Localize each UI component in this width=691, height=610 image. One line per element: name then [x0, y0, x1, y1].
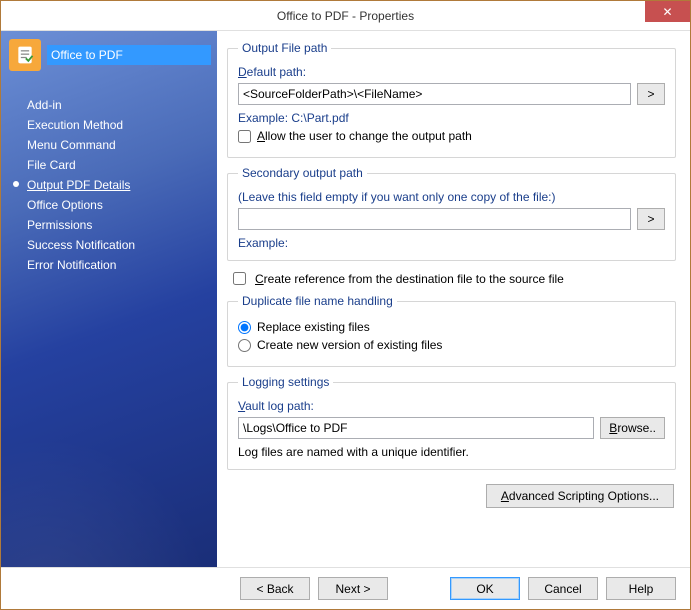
nav-success-notification[interactable]: Success Notification	[27, 235, 211, 255]
duplicate-handling-legend: Duplicate file name handling	[238, 294, 397, 308]
properties-window: Office to PDF - Properties ✕ Add-in Exec…	[0, 0, 691, 610]
allow-change-path-checkbox[interactable]	[238, 130, 251, 143]
secondary-output-path-legend: Secondary output path	[238, 166, 367, 180]
secondary-path-hint: (Leave this field empty if you want only…	[238, 190, 665, 204]
allow-change-path-label: Allow the user to change the output path	[257, 129, 472, 143]
replace-existing-radio-row[interactable]: Replace existing files	[238, 320, 665, 334]
output-file-path-legend: Output File path	[238, 41, 331, 55]
sidebar-nav: Add-in Execution Method Menu Command Fil…	[9, 95, 211, 275]
main-panel: Output File path Default path: > Example…	[217, 31, 690, 567]
create-new-version-radio[interactable]	[238, 339, 251, 352]
close-button[interactable]: ✕	[645, 1, 690, 22]
cancel-button[interactable]: Cancel	[528, 577, 598, 600]
next-button[interactable]: Next >	[318, 577, 388, 600]
window-title: Office to PDF - Properties	[1, 9, 690, 23]
nav-execution-method[interactable]: Execution Method	[27, 115, 211, 135]
create-new-version-radio-row[interactable]: Create new version of existing files	[238, 338, 665, 352]
titlebar: Office to PDF - Properties ✕	[1, 1, 690, 31]
default-path-input[interactable]	[238, 83, 631, 105]
nav-add-in[interactable]: Add-in	[27, 95, 211, 115]
replace-existing-label: Replace existing files	[257, 320, 370, 334]
logging-settings-legend: Logging settings	[238, 375, 333, 389]
nav-error-notification[interactable]: Error Notification	[27, 255, 211, 275]
vault-log-path-label: Vault log path:	[238, 399, 665, 413]
back-button[interactable]: < Back	[240, 577, 310, 600]
advanced-row: Advanced Scripting Options...	[227, 478, 676, 510]
sidebar: Add-in Execution Method Menu Command Fil…	[1, 31, 217, 567]
create-reference-checkbox[interactable]	[233, 272, 246, 285]
vault-log-path-input[interactable]	[238, 417, 594, 439]
create-new-version-label: Create new version of existing files	[257, 338, 442, 352]
nav-output-pdf-details[interactable]: Output PDF Details	[27, 175, 211, 195]
secondary-path-input[interactable]	[238, 208, 631, 230]
default-path-example: Example: C:\Part.pdf	[238, 111, 665, 125]
default-path-label: Default path:	[238, 65, 665, 79]
dialog-body: Add-in Execution Method Menu Command Fil…	[1, 31, 690, 567]
secondary-path-example: Example:	[238, 236, 665, 250]
nav-file-card[interactable]: File Card	[27, 155, 211, 175]
addin-icon	[9, 39, 41, 71]
output-file-path-group: Output File path Default path: > Example…	[227, 41, 676, 158]
logging-note: Log files are named with a unique identi…	[238, 445, 665, 459]
sidebar-header	[9, 39, 211, 71]
create-reference-label: Create reference from the destination fi…	[255, 272, 564, 286]
chevron-right-icon: >	[647, 87, 654, 101]
logging-settings-group: Logging settings Vault log path: Browse.…	[227, 375, 676, 470]
close-icon: ✕	[662, 5, 672, 19]
secondary-path-browse-button[interactable]: >	[637, 208, 665, 230]
advanced-scripting-button[interactable]: Advanced Scripting Options...	[486, 484, 674, 508]
create-reference-checkbox-row[interactable]: Create reference from the destination fi…	[229, 269, 676, 288]
allow-change-path-checkbox-row[interactable]: Allow the user to change the output path	[238, 129, 665, 143]
chevron-right-icon: >	[647, 212, 654, 226]
secondary-output-path-group: Secondary output path (Leave this field …	[227, 166, 676, 261]
addin-title-input[interactable]	[47, 45, 211, 65]
replace-existing-radio[interactable]	[238, 321, 251, 334]
nav-office-options[interactable]: Office Options	[27, 195, 211, 215]
duplicate-handling-group: Duplicate file name handling Replace exi…	[227, 294, 676, 367]
help-button[interactable]: Help	[606, 577, 676, 600]
nav-permissions[interactable]: Permissions	[27, 215, 211, 235]
bottom-button-bar: < Back Next > OK Cancel Help	[1, 567, 690, 609]
ok-button[interactable]: OK	[450, 577, 520, 600]
vault-log-browse-button[interactable]: Browse..	[600, 417, 665, 439]
default-path-browse-button[interactable]: >	[637, 83, 665, 105]
nav-menu-command[interactable]: Menu Command	[27, 135, 211, 155]
